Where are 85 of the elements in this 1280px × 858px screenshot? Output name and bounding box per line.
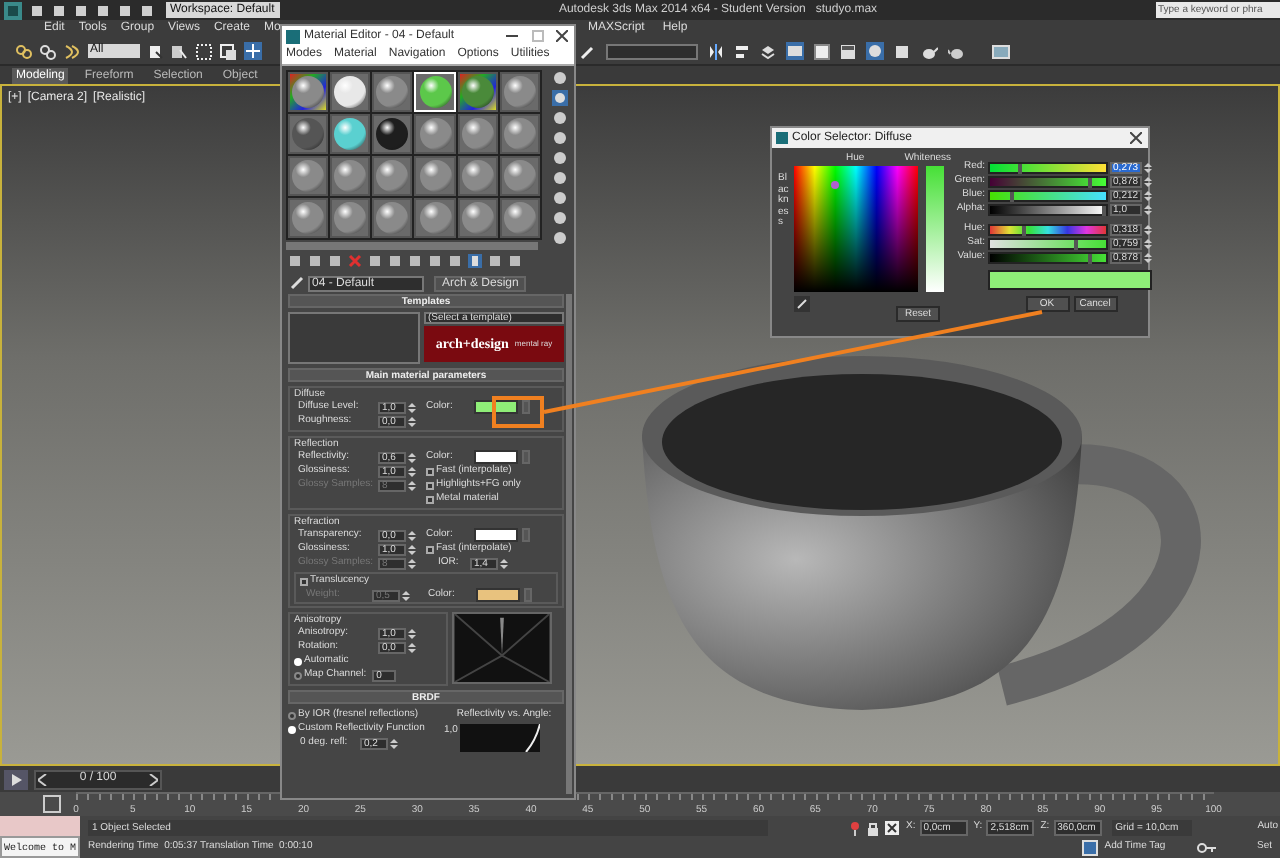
radio-button[interactable]: [288, 725, 296, 733]
close-icon[interactable]: [1130, 132, 1142, 144]
spinner-arrows-icon[interactable]: [408, 415, 416, 427]
backlight-icon[interactable]: [552, 90, 568, 106]
slider-thumb[interactable]: [1101, 206, 1106, 216]
radio-button[interactable]: [288, 711, 296, 719]
align-icon[interactable]: [734, 43, 750, 59]
graph-editor-icon[interactable]: [786, 42, 804, 60]
spinner-arrows-icon[interactable]: [408, 641, 416, 653]
window-icon[interactable]: [840, 43, 856, 59]
vertical-scrollbar[interactable]: [566, 294, 572, 794]
spinner-arrows-icon[interactable]: [1143, 224, 1152, 236]
window-crossing-icon[interactable]: [220, 43, 236, 59]
spinner-arrows-icon[interactable]: [408, 543, 416, 555]
bind-icon[interactable]: [64, 43, 80, 59]
eyedropper-icon[interactable]: [794, 296, 810, 312]
color-swatch[interactable]: [474, 528, 518, 542]
slider-thumb[interactable]: [1022, 226, 1027, 236]
horizontal-scrollbar[interactable]: [286, 242, 538, 250]
rectangle-selection-icon[interactable]: [196, 43, 212, 59]
checkbox[interactable]: [426, 545, 434, 553]
spinner-arrows-icon[interactable]: [408, 529, 416, 541]
spinner-arrows-icon[interactable]: [402, 589, 410, 601]
spinner-arrows-icon[interactable]: [408, 627, 416, 639]
play-icon[interactable]: [4, 769, 28, 789]
hue-blackness-field[interactable]: [794, 166, 918, 292]
teapot-icon[interactable]: [948, 43, 966, 59]
anisotropy-preview: [452, 612, 552, 684]
move-icon[interactable]: [244, 42, 262, 60]
checkbox[interactable]: [426, 481, 434, 489]
spinner-arrows-icon[interactable]: [408, 401, 416, 413]
spinner-arrows-icon[interactable]: [1143, 238, 1152, 250]
show-map-icon[interactable]: [448, 254, 462, 268]
radio-button[interactable]: [294, 657, 302, 665]
radio-button[interactable]: [294, 671, 302, 679]
checkbox[interactable]: [300, 577, 308, 585]
spinner-arrows-icon[interactable]: [500, 557, 508, 569]
select-by-name-icon[interactable]: [172, 43, 188, 59]
slider-thumb[interactable]: [1087, 254, 1092, 264]
spinner-arrows-icon[interactable]: [1143, 252, 1152, 264]
color-swatch[interactable]: [474, 400, 518, 414]
spinner-arrows-icon[interactable]: [408, 557, 416, 569]
key-filter-icon[interactable]: [40, 794, 64, 814]
teapot-icon[interactable]: [920, 43, 938, 59]
slider-thumb[interactable]: [1009, 192, 1014, 202]
spinner-arrows-icon[interactable]: [1143, 190, 1152, 202]
transform-mode-icon[interactable]: [884, 819, 900, 835]
layers-icon[interactable]: [760, 43, 776, 59]
panel-icon[interactable]: [992, 43, 1010, 59]
slider-thumb[interactable]: [1073, 240, 1078, 250]
lock-icon[interactable]: [866, 819, 880, 835]
unlink-icon[interactable]: [40, 43, 56, 59]
app-logo-icon: [776, 132, 788, 144]
spinner-arrows-icon[interactable]: [1143, 204, 1152, 216]
pin-icon[interactable]: [848, 819, 862, 835]
reflectivity-curve-graph: [459, 723, 540, 751]
named-selection-dropdown[interactable]: [606, 43, 698, 59]
checkbox[interactable]: [426, 495, 434, 503]
show-end-icon[interactable]: [468, 254, 482, 268]
key-icon[interactable]: [1195, 842, 1216, 854]
slider-thumb[interactable]: [1018, 164, 1023, 174]
checkbox[interactable]: [426, 467, 434, 475]
mirror-icon[interactable]: [708, 43, 724, 59]
color-marker-icon[interactable]: [830, 180, 840, 190]
spinner-arrows-icon[interactable]: [1143, 176, 1152, 188]
link-icon[interactable]: [16, 43, 32, 59]
app-logo-icon: [286, 29, 300, 43]
close-icon[interactable]: [556, 30, 568, 42]
select-object-icon[interactable]: [148, 43, 164, 59]
spinner-arrows-icon[interactable]: [408, 465, 416, 477]
template-list[interactable]: [288, 312, 420, 364]
render-setup-icon[interactable]: [866, 42, 884, 60]
spinner-arrows-icon[interactable]: [408, 479, 416, 491]
eyedropper-icon[interactable]: [290, 276, 304, 290]
slider-thumb[interactable]: [1087, 178, 1092, 188]
color-swatch[interactable]: [476, 588, 520, 602]
spinner-arrows-icon[interactable]: [1143, 162, 1152, 174]
spinner-arrows-icon[interactable]: [390, 737, 398, 749]
app-logo-icon[interactable]: [4, 1, 22, 19]
spinner-arrows-icon[interactable]: [408, 451, 416, 463]
color-swatch[interactable]: [474, 450, 518, 464]
pencil-icon[interactable]: [580, 43, 596, 59]
highlight-frame: [492, 396, 544, 428]
minimize-icon[interactable]: [504, 30, 520, 42]
time-tag-icon[interactable]: [1082, 840, 1099, 856]
